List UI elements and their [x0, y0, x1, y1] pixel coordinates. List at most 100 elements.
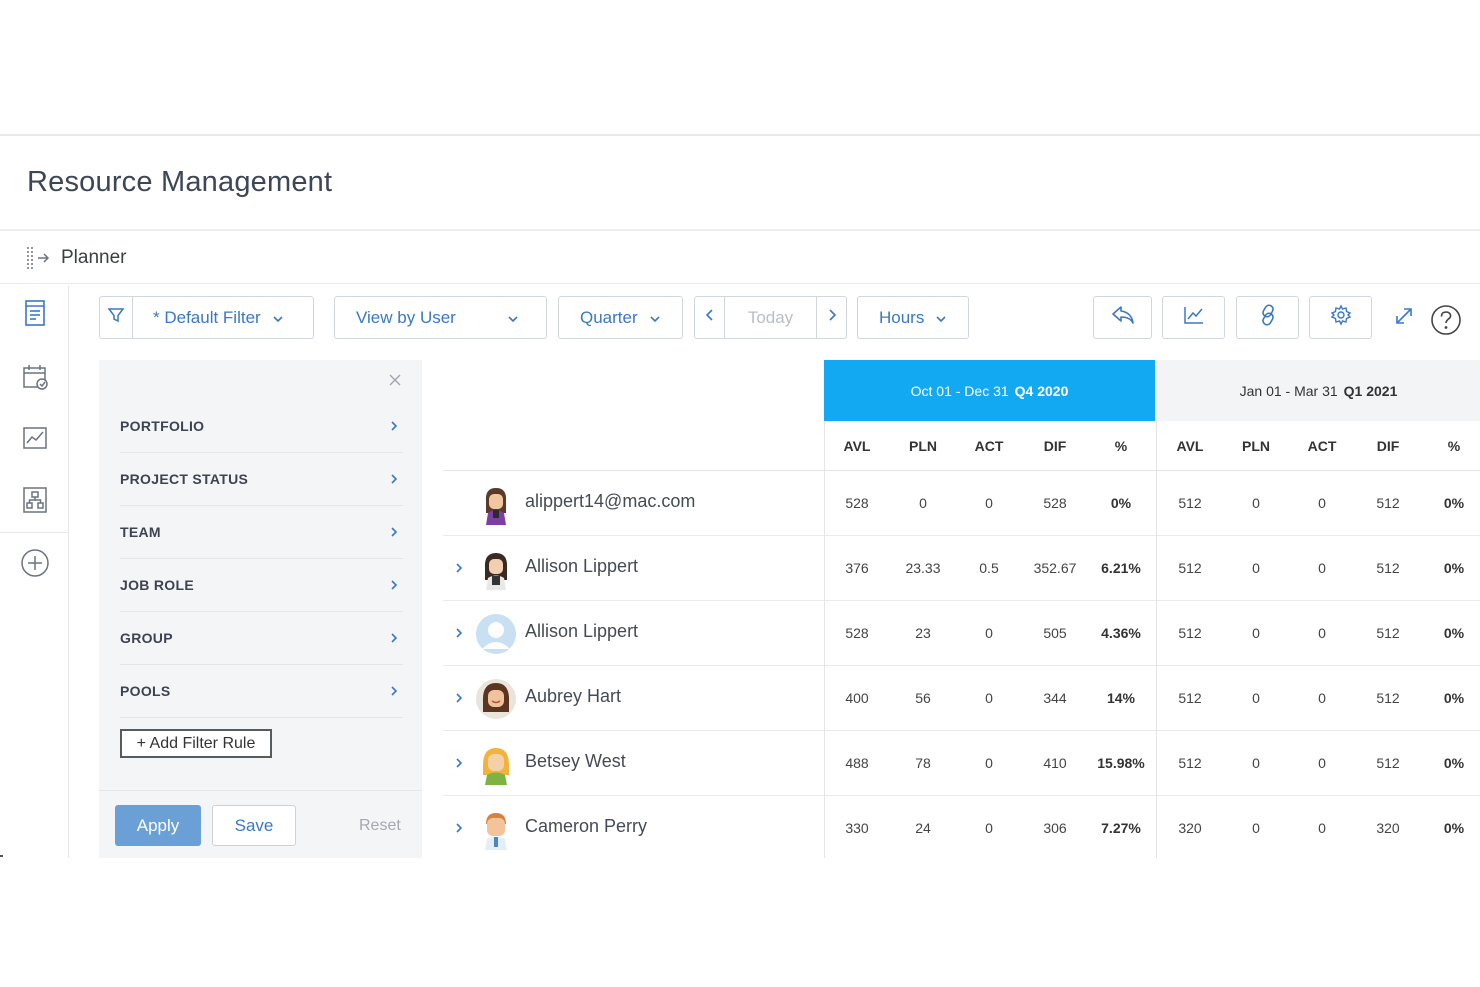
edge-mark [0, 855, 3, 857]
filter-row-project-status[interactable]: PROJECT STATUS [120, 453, 403, 506]
table-row[interactable]: Allison Lippert 376 23.33 0.5 352.67 6.2… [443, 536, 1480, 601]
chevron-down-icon [506, 311, 520, 325]
chevron-down-icon [648, 311, 662, 325]
expand-row-icon[interactable] [453, 691, 465, 705]
unit-select[interactable]: Hours [857, 296, 969, 339]
row-name[interactable]: Aubrey Hart [525, 686, 621, 707]
column-header-act[interactable]: ACT [1289, 421, 1355, 471]
column-header-dif[interactable]: DIF [1022, 421, 1088, 471]
undo-icon [1110, 304, 1136, 331]
apply-button[interactable]: Apply [115, 805, 201, 846]
link-button[interactable] [1236, 296, 1299, 339]
period-select[interactable]: Quarter [558, 296, 683, 339]
column-header-pln[interactable]: PLN [890, 421, 956, 471]
expand-icon[interactable] [1392, 304, 1416, 328]
table-row[interactable]: Betsey West 488 78 0 410 15.98% 512 0 0 … [443, 731, 1480, 796]
expand-row-icon[interactable] [453, 821, 465, 835]
column-divider [824, 421, 825, 858]
chevron-right-icon [387, 684, 401, 698]
save-button[interactable]: Save [212, 805, 296, 846]
cell-q4-avl: 330 [845, 820, 869, 836]
cell-q4-dif: 528 [1043, 495, 1067, 511]
column-header-avl[interactable]: AVL [824, 421, 890, 471]
cell-q4-pln: 23.33 [905, 560, 941, 576]
column-header-pln[interactable]: PLN [1223, 421, 1289, 471]
chevron-right-icon [387, 419, 401, 433]
row-name[interactable]: alippert14@mac.com [525, 491, 695, 512]
filter-row-job-role[interactable]: JOB ROLE [120, 559, 403, 612]
filter-select[interactable]: * Default Filter [133, 296, 314, 339]
table-row[interactable]: Allison Lippert 528 23 0 505 4.36% 512 0… [443, 601, 1480, 666]
column-header-pct[interactable]: % [1088, 421, 1154, 471]
resource-grid: Oct 01 - Dec 31 Q4 2020 Jan 01 - Mar 31 Q1… [443, 360, 1480, 858]
funnel-icon [107, 306, 125, 329]
cell-q1-avl: 512 [1178, 755, 1202, 771]
filter-row-portfolio[interactable]: PORTFOLIO [120, 400, 403, 453]
row-name[interactable]: Allison Lippert [525, 556, 638, 577]
today-button[interactable]: Today [724, 296, 817, 339]
filter-row-pools[interactable]: POOLS [120, 665, 403, 718]
add-circle-icon[interactable] [18, 546, 52, 580]
document-icon[interactable] [18, 296, 52, 330]
previous-period-button[interactable] [694, 296, 725, 339]
expand-row-icon[interactable] [453, 561, 465, 575]
chevron-right-icon [387, 578, 401, 592]
undo-button[interactable] [1093, 296, 1152, 339]
cell-q1-avl: 512 [1178, 690, 1202, 706]
cell-q1-pct: 0% [1443, 820, 1465, 836]
cell-q4-act: 0 [985, 755, 993, 771]
period-range: Jan 01 - Mar 31 [1239, 382, 1338, 399]
period-header-q4-2020[interactable]: Oct 01 - Dec 31 Q4 2020 [824, 360, 1155, 421]
row-name[interactable]: Allison Lippert [525, 621, 638, 642]
reset-button[interactable]: Reset [359, 817, 401, 835]
settings-button[interactable] [1309, 296, 1372, 339]
help-icon[interactable] [1430, 304, 1462, 336]
column-header-act[interactable]: ACT [956, 421, 1022, 471]
cell-q4-pln: 0 [919, 495, 927, 511]
cell-q4-avl: 400 [845, 690, 869, 706]
cell-q4-dif: 505 [1043, 625, 1067, 641]
view-select[interactable]: View by User [334, 296, 547, 339]
cell-q4-act: 0.5 [979, 560, 999, 576]
cell-q4-act: 0 [985, 690, 993, 706]
filter-toggle-button[interactable] [99, 296, 133, 339]
cell-q1-act: 0 [1318, 495, 1326, 511]
org-chart-icon[interactable] [18, 483, 52, 517]
cell-q1-dif: 512 [1376, 755, 1400, 771]
period-header-q1-2021[interactable]: Jan 01 - Mar 31 Q1 2021 [1157, 360, 1480, 421]
left-nav [0, 286, 69, 858]
filter-row-label: PROJECT STATUS [120, 471, 249, 487]
cell-q4-pct: 15.98% [1097, 755, 1145, 771]
filter-panel-footer: Apply Save Reset [99, 790, 422, 858]
filter-row-group[interactable]: GROUP [120, 612, 403, 665]
page-title: Resource Management [27, 166, 333, 198]
table-row[interactable]: alippert14@mac.com 528 0 0 528 0% 512 0 … [443, 471, 1480, 536]
chart-icon[interactable] [18, 421, 52, 455]
row-name[interactable]: Cameron Perry [525, 816, 647, 837]
filter-row-label: JOB ROLE [120, 577, 194, 593]
column-header-pct[interactable]: % [1421, 421, 1480, 471]
close-icon[interactable] [385, 370, 405, 390]
collapse-sidebar-icon[interactable] [24, 244, 52, 272]
calendar-icon[interactable] [18, 360, 52, 394]
expand-row-icon[interactable] [453, 626, 465, 640]
add-filter-rule-button[interactable]: + Add Filter Rule [120, 729, 272, 758]
cell-q1-pln: 0 [1252, 625, 1260, 641]
report-button[interactable] [1162, 296, 1225, 339]
cell-q4-pct: 7.27% [1101, 820, 1141, 836]
cell-q1-act: 0 [1318, 690, 1326, 706]
chevron-right-icon [387, 631, 401, 645]
avatar [475, 678, 517, 720]
cell-q1-avl: 512 [1178, 560, 1202, 576]
column-header-avl[interactable]: AVL [1157, 421, 1223, 471]
expand-row-icon[interactable] [453, 756, 465, 770]
table-row[interactable]: Cameron Perry 330 24 0 306 7.27% 320 0 0… [443, 796, 1480, 858]
column-header-dif[interactable]: DIF [1355, 421, 1421, 471]
filter-row-team[interactable]: TEAM [120, 506, 403, 559]
next-period-button[interactable] [816, 296, 847, 339]
cell-q4-pct: 14% [1106, 690, 1136, 706]
cell-q1-dif: 512 [1376, 690, 1400, 706]
table-row[interactable]: Aubrey Hart 400 56 0 344 14% 512 0 0 512… [443, 666, 1480, 731]
cell-q4-avl: 528 [845, 495, 869, 511]
row-name[interactable]: Betsey West [525, 751, 626, 772]
